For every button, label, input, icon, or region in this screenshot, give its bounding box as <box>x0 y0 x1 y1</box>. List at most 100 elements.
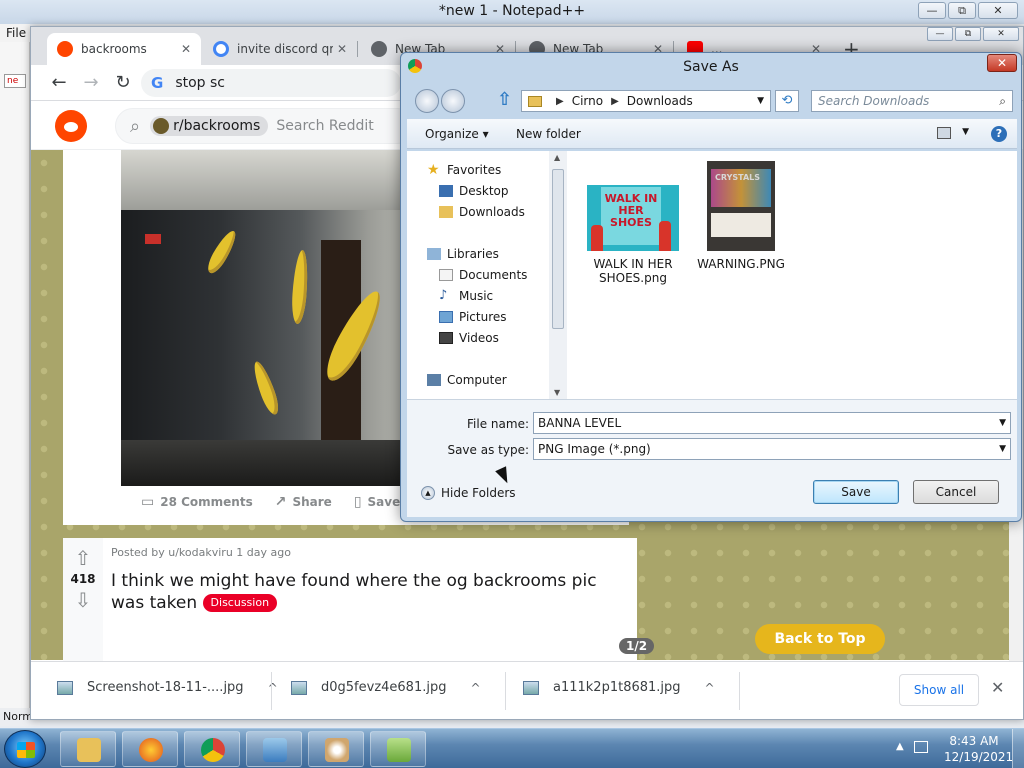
subreddit-chip[interactable]: r/backrooms <box>150 116 269 136</box>
back-arrow-icon[interactable] <box>415 89 439 113</box>
close-button[interactable]: ✕ <box>978 2 1018 19</box>
nav-videos[interactable]: Videos <box>439 331 499 345</box>
new-folder-button[interactable]: New folder <box>516 127 581 141</box>
comments-button[interactable]: ▭ 28 Comments <box>141 494 253 510</box>
refresh-button[interactable]: ⟲ <box>775 90 799 112</box>
address-row: ⇧ ▶ Cirno ▶ Downloads ▼ ⟲ Search Downloa… <box>409 87 1015 115</box>
save-post-button[interactable]: ▯ Save <box>354 494 400 510</box>
download-item[interactable]: Screenshot-18-11-....jpg ^ <box>57 680 278 695</box>
post-title[interactable]: I think we might have found where the og… <box>111 570 631 614</box>
close-icon[interactable]: ✕ <box>991 678 1004 697</box>
save-button[interactable]: Save <box>813 480 899 504</box>
minimize-button[interactable]: — <box>927 27 953 41</box>
nav-desktop[interactable]: Desktop <box>439 184 509 198</box>
chevron-down-icon[interactable]: ▼ <box>757 96 764 106</box>
menu-file[interactable]: File <box>0 24 30 42</box>
share-icon: ↗ <box>274 494 287 510</box>
chevron-down-icon[interactable]: ▼ <box>962 127 969 137</box>
tab-invite-discord[interactable]: invite discord qr ✕ <box>203 33 358 65</box>
nav-computer[interactable]: Computer <box>427 373 507 387</box>
cancel-button[interactable]: Cancel <box>913 480 999 504</box>
nav-pictures[interactable]: Pictures <box>439 310 507 324</box>
nav-documents[interactable]: Documents <box>439 268 527 282</box>
chevron-up-icon[interactable]: ^ <box>705 681 715 695</box>
network-icon[interactable] <box>914 741 928 753</box>
show-hidden-icons[interactable]: ▲ <box>896 741 904 752</box>
forward-button[interactable]: → <box>79 71 103 95</box>
forward-arrow-icon[interactable] <box>441 89 465 113</box>
breadcrumb[interactable]: ▶ Cirno ▶ Downloads ▼ <box>521 90 771 112</box>
file-name-field[interactable]: BANNA LEVEL ▼ <box>533 412 1011 434</box>
minimize-button[interactable]: — <box>918 2 946 19</box>
taskbar-explorer[interactable] <box>60 731 116 767</box>
file-item[interactable]: WALK IN HER SHOES WALK IN HER SHOES.png <box>581 185 685 285</box>
upvote-icon[interactable]: ⇧ <box>63 546 103 570</box>
breadcrumb-downloads[interactable]: Downloads <box>627 94 693 108</box>
chevron-up-icon[interactable]: ^ <box>470 681 480 695</box>
downloads-folder-icon <box>439 206 453 218</box>
search-downloads-input[interactable]: Search Downloads ⌕ <box>811 90 1013 112</box>
nav-libraries[interactable]: Libraries <box>427 247 499 261</box>
tab-label: backrooms <box>81 42 147 56</box>
reddit-search[interactable]: ⌕ r/backrooms Search Reddit <box>115 108 415 144</box>
post-card[interactable]: ⇧ 418 ⇩ Posted by u/kodakviru 1 day ago … <box>63 538 655 662</box>
firefox-icon <box>139 738 163 762</box>
address-bar[interactable]: G stop sc <box>141 69 401 97</box>
taskbar-paint[interactable] <box>308 731 364 767</box>
taskbar-notepadpp[interactable] <box>370 731 426 767</box>
organize-button[interactable]: Organize ▾ <box>425 127 489 141</box>
close-button[interactable]: ✕ <box>983 27 1019 41</box>
bookmark-icon: ▯ <box>353 494 362 510</box>
taskbar-firefox[interactable] <box>122 731 178 767</box>
download-item[interactable]: d0g5fevz4e681.jpg ^ <box>291 680 481 695</box>
help-icon[interactable]: ? <box>991 126 1007 142</box>
google-icon <box>213 41 229 57</box>
back-to-top-button[interactable]: Back to Top <box>755 624 885 654</box>
share-button[interactable]: ↗ Share <box>275 494 332 510</box>
file-item[interactable]: CRYSTALS WARNING.PNG <box>691 161 791 271</box>
computer-icon <box>427 374 441 386</box>
folder-icon <box>528 95 542 107</box>
clock[interactable]: 8:43 AM 12/19/2021 <box>944 733 1013 765</box>
show-all-button[interactable]: Show all <box>899 674 979 706</box>
dialog-close-button[interactable]: ✕ <box>987 54 1017 72</box>
scroll-down-icon[interactable]: ▼ <box>554 388 560 397</box>
reload-button[interactable]: ↻ <box>111 71 135 95</box>
maximize-button[interactable]: ⧉ <box>955 27 981 41</box>
chevron-up-icon[interactable]: ^ <box>268 681 278 695</box>
star-icon: ★ <box>427 162 440 178</box>
flair-badge[interactable]: Discussion <box>202 594 278 612</box>
tab-close-icon[interactable]: ✕ <box>181 42 191 56</box>
chrome-icon <box>371 41 387 57</box>
back-button[interactable]: ← <box>47 71 71 95</box>
reddit-logo-icon[interactable] <box>55 110 87 142</box>
notepadpp-tab[interactable]: ne <box>4 74 26 88</box>
chevron-down-icon[interactable]: ▼ <box>999 413 1006 433</box>
banana <box>203 227 241 277</box>
breadcrumb-cirno[interactable]: Cirno <box>572 94 603 108</box>
show-desktop-button[interactable] <box>1012 729 1024 768</box>
nav-downloads[interactable]: Downloads <box>439 205 525 219</box>
taskbar-chrome[interactable] <box>184 731 240 767</box>
maximize-button[interactable]: ⧉ <box>948 2 976 19</box>
nav-music[interactable]: ♪ Music <box>439 289 493 303</box>
scroll-up-icon[interactable]: ▲ <box>554 153 560 162</box>
downvote-icon[interactable]: ⇩ <box>63 588 103 612</box>
nav-scrollbar[interactable]: ▲ ▼ <box>549 151 567 399</box>
save-type-label: Save as type: <box>447 443 529 457</box>
save-type-select[interactable]: PNG Image (*.png) ▼ <box>533 438 1011 460</box>
tab-close-icon[interactable]: ✕ <box>337 42 347 56</box>
up-folder-icon[interactable]: ⇧ <box>497 89 512 110</box>
hide-folders-button[interactable]: ▲ Hide Folders <box>421 486 516 500</box>
download-item[interactable]: a111k2p1t8681.jpg ^ <box>523 680 715 695</box>
nav-favorites[interactable]: ★ Favorites <box>427 163 501 177</box>
tab-backrooms[interactable]: backrooms ✕ <box>47 33 201 65</box>
taskbar-photo-viewer[interactable] <box>246 731 302 767</box>
start-button[interactable] <box>4 730 46 768</box>
videos-icon <box>439 332 453 344</box>
notepadpp-title: *new 1 - Notepad++ <box>438 3 586 19</box>
chevron-down-icon[interactable]: ▼ <box>999 439 1006 459</box>
google-icon: G <box>151 74 164 92</box>
windows-logo-icon <box>17 742 35 758</box>
view-icon[interactable] <box>937 127 951 139</box>
